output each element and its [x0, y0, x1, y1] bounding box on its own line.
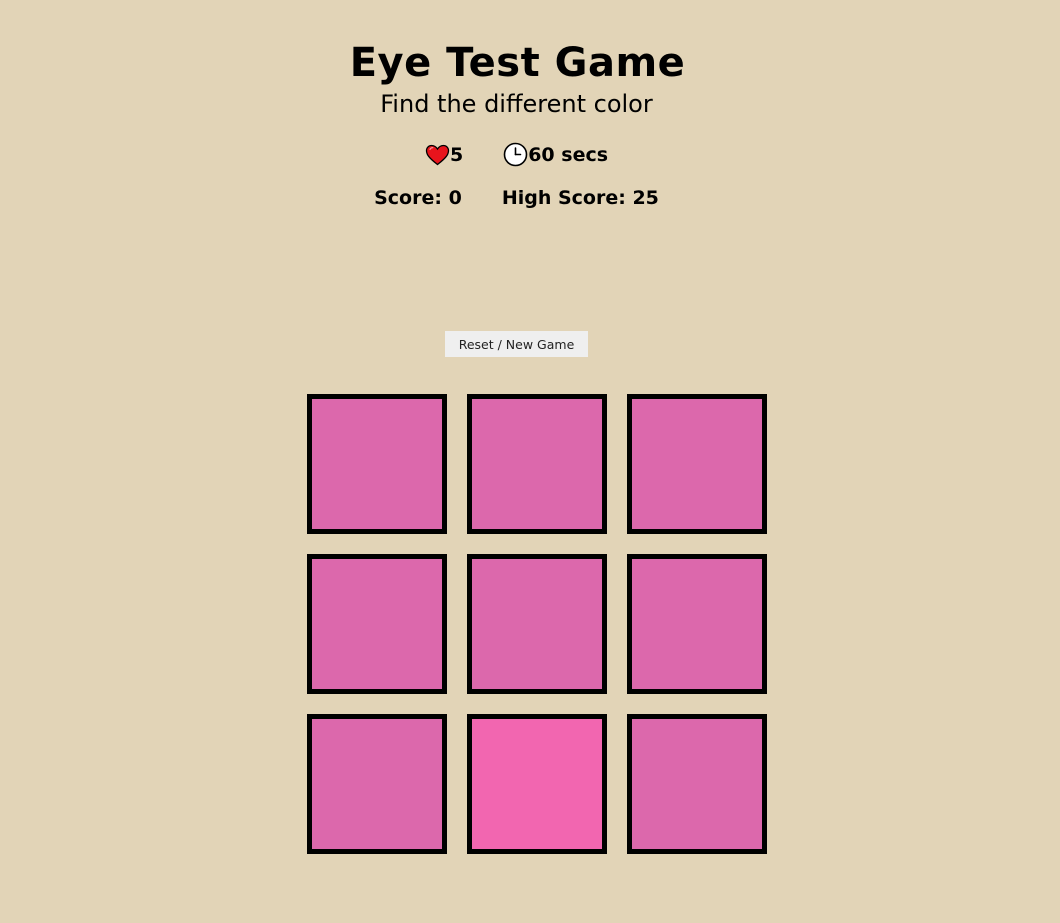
time-remaining: 60 secs	[528, 143, 609, 166]
color-tile[interactable]	[467, 714, 607, 854]
score-bar: Score: 0 High Score: 25	[0, 187, 1033, 209]
color-tile[interactable]	[627, 554, 767, 694]
color-tile[interactable]	[467, 394, 607, 534]
reset-new-game-button[interactable]: Reset / New Game	[445, 331, 588, 357]
color-tile[interactable]	[307, 394, 447, 534]
color-tile[interactable]	[307, 554, 447, 694]
lives-display: 5	[425, 144, 463, 166]
color-grid	[307, 394, 767, 854]
color-tile[interactable]	[627, 394, 767, 534]
heart-icon	[425, 144, 450, 166]
lives-count: 5	[449, 143, 464, 166]
status-bar: 5 60 secs	[0, 142, 1033, 167]
timer-display: 60 secs	[503, 142, 608, 167]
game-title: Eye Test Game	[349, 40, 686, 86]
score-display: Score: 0	[374, 187, 462, 209]
game-subtitle: Find the different color	[380, 90, 653, 118]
high-score-display: High Score: 25	[501, 187, 659, 209]
color-tile[interactable]	[307, 714, 447, 854]
clock-icon	[503, 142, 528, 167]
color-tile[interactable]	[467, 554, 607, 694]
color-tile[interactable]	[627, 714, 767, 854]
